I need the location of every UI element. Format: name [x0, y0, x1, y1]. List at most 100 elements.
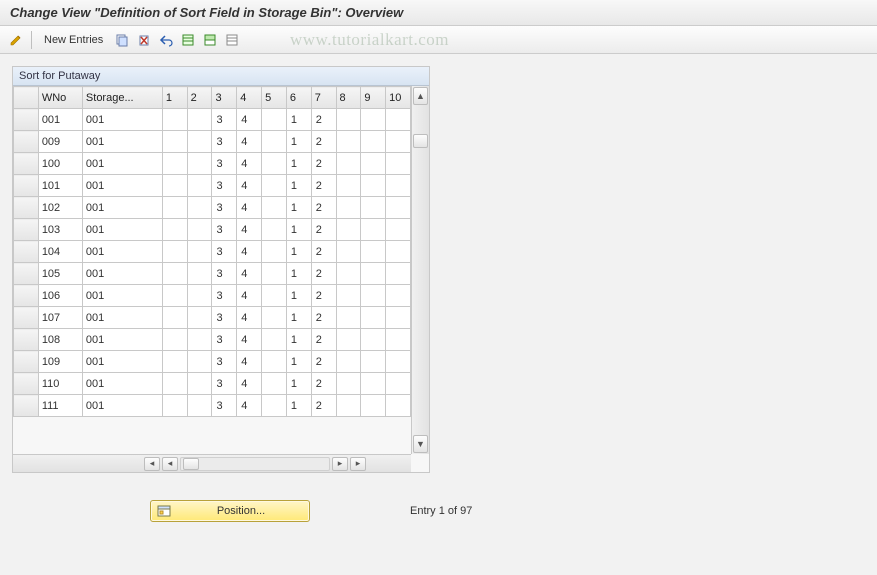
cell-sort-5[interactable] — [262, 109, 287, 131]
cell-sort-10[interactable] — [386, 329, 411, 351]
cell-sort-5[interactable] — [262, 197, 287, 219]
horizontal-scrollbar[interactable]: ◂ ◂ ▸ ▸ — [13, 454, 411, 472]
cell-sort-3[interactable]: 3 — [212, 175, 237, 197]
cell-storage[interactable]: 001 — [82, 131, 162, 153]
cell-storage[interactable]: 001 — [82, 153, 162, 175]
cell-sort-3[interactable]: 3 — [212, 307, 237, 329]
hscroll-thumb[interactable] — [183, 458, 199, 470]
cell-sort-10[interactable] — [386, 175, 411, 197]
cell-storage[interactable]: 001 — [82, 285, 162, 307]
cell-sort-9[interactable] — [361, 241, 386, 263]
cell-sort-8[interactable] — [336, 197, 361, 219]
select-block-icon[interactable] — [200, 30, 220, 50]
cell-sort-4[interactable]: 4 — [237, 395, 262, 417]
table-row[interactable]: 1000013412 — [14, 153, 411, 175]
cell-sort-5[interactable] — [262, 351, 287, 373]
cell-sort-3[interactable]: 3 — [212, 395, 237, 417]
table-row[interactable]: 1080013412 — [14, 329, 411, 351]
cell-sort-1[interactable] — [162, 131, 187, 153]
cell-wno[interactable]: 001 — [38, 109, 82, 131]
cell-storage[interactable]: 001 — [82, 175, 162, 197]
cell-storage[interactable]: 001 — [82, 263, 162, 285]
cell-sort-3[interactable]: 3 — [212, 241, 237, 263]
col-6[interactable]: 6 — [286, 87, 311, 109]
table-row[interactable]: 1010013412 — [14, 175, 411, 197]
cell-storage[interactable]: 001 — [82, 373, 162, 395]
cell-sort-5[interactable] — [262, 153, 287, 175]
cell-sort-9[interactable] — [361, 285, 386, 307]
scroll-up-icon[interactable]: ▲ — [413, 87, 428, 105]
cell-sort-8[interactable] — [336, 219, 361, 241]
col-8[interactable]: 8 — [336, 87, 361, 109]
cell-sort-8[interactable] — [336, 109, 361, 131]
table-row[interactable]: 1110013412 — [14, 395, 411, 417]
cell-sort-7[interactable]: 2 — [311, 329, 336, 351]
cell-sort-4[interactable]: 4 — [237, 131, 262, 153]
vscroll-thumb[interactable] — [413, 134, 428, 148]
cell-sort-6[interactable]: 1 — [286, 351, 311, 373]
scroll-last-icon[interactable]: ▸ — [350, 457, 366, 471]
cell-sort-8[interactable] — [336, 351, 361, 373]
col-4[interactable]: 4 — [237, 87, 262, 109]
row-selector[interactable] — [14, 395, 39, 417]
cell-sort-8[interactable] — [336, 131, 361, 153]
col-10[interactable]: 10 — [386, 87, 411, 109]
cell-sort-6[interactable]: 1 — [286, 285, 311, 307]
cell-sort-4[interactable]: 4 — [237, 263, 262, 285]
row-selector[interactable] — [14, 373, 39, 395]
cell-sort-8[interactable] — [336, 395, 361, 417]
cell-sort-8[interactable] — [336, 329, 361, 351]
cell-sort-7[interactable]: 2 — [311, 175, 336, 197]
cell-sort-1[interactable] — [162, 241, 187, 263]
cell-sort-7[interactable]: 2 — [311, 285, 336, 307]
cell-sort-10[interactable] — [386, 219, 411, 241]
cell-sort-4[interactable]: 4 — [237, 307, 262, 329]
vscroll-track[interactable] — [412, 106, 429, 434]
cell-sort-3[interactable]: 3 — [212, 109, 237, 131]
cell-storage[interactable]: 001 — [82, 351, 162, 373]
cell-sort-6[interactable]: 1 — [286, 329, 311, 351]
cell-sort-5[interactable] — [262, 395, 287, 417]
cell-storage[interactable]: 001 — [82, 109, 162, 131]
cell-sort-7[interactable]: 2 — [311, 263, 336, 285]
cell-sort-1[interactable] — [162, 109, 187, 131]
cell-sort-5[interactable] — [262, 219, 287, 241]
cell-sort-9[interactable] — [361, 263, 386, 285]
cell-sort-5[interactable] — [262, 285, 287, 307]
cell-sort-4[interactable]: 4 — [237, 241, 262, 263]
cell-sort-7[interactable]: 2 — [311, 241, 336, 263]
position-button[interactable]: Position... — [150, 500, 310, 522]
data-grid[interactable]: WNo Storage... 1 2 3 4 5 6 7 8 9 10 0010 — [13, 86, 411, 417]
cell-sort-2[interactable] — [187, 197, 212, 219]
cell-sort-2[interactable] — [187, 175, 212, 197]
row-selector[interactable] — [14, 109, 39, 131]
cell-sort-2[interactable] — [187, 131, 212, 153]
col-9[interactable]: 9 — [361, 87, 386, 109]
cell-sort-5[interactable] — [262, 131, 287, 153]
cell-sort-1[interactable] — [162, 263, 187, 285]
cell-sort-3[interactable]: 3 — [212, 197, 237, 219]
cell-sort-9[interactable] — [361, 131, 386, 153]
cell-sort-9[interactable] — [361, 307, 386, 329]
cell-sort-6[interactable]: 1 — [286, 175, 311, 197]
cell-sort-2[interactable] — [187, 373, 212, 395]
cell-sort-2[interactable] — [187, 307, 212, 329]
cell-sort-2[interactable] — [187, 351, 212, 373]
cell-sort-5[interactable] — [262, 175, 287, 197]
cell-sort-7[interactable]: 2 — [311, 197, 336, 219]
cell-sort-1[interactable] — [162, 175, 187, 197]
row-selector[interactable] — [14, 241, 39, 263]
cell-sort-7[interactable]: 2 — [311, 131, 336, 153]
cell-storage[interactable]: 001 — [82, 219, 162, 241]
scroll-right-icon[interactable]: ▸ — [332, 457, 348, 471]
cell-sort-4[interactable]: 4 — [237, 109, 262, 131]
cell-sort-5[interactable] — [262, 241, 287, 263]
cell-sort-7[interactable]: 2 — [311, 153, 336, 175]
cell-sort-9[interactable] — [361, 373, 386, 395]
cell-sort-1[interactable] — [162, 329, 187, 351]
cell-sort-7[interactable]: 2 — [311, 109, 336, 131]
cell-sort-6[interactable]: 1 — [286, 197, 311, 219]
col-5[interactable]: 5 — [262, 87, 287, 109]
cell-sort-1[interactable] — [162, 395, 187, 417]
new-entries-button[interactable]: New Entries — [37, 30, 110, 50]
